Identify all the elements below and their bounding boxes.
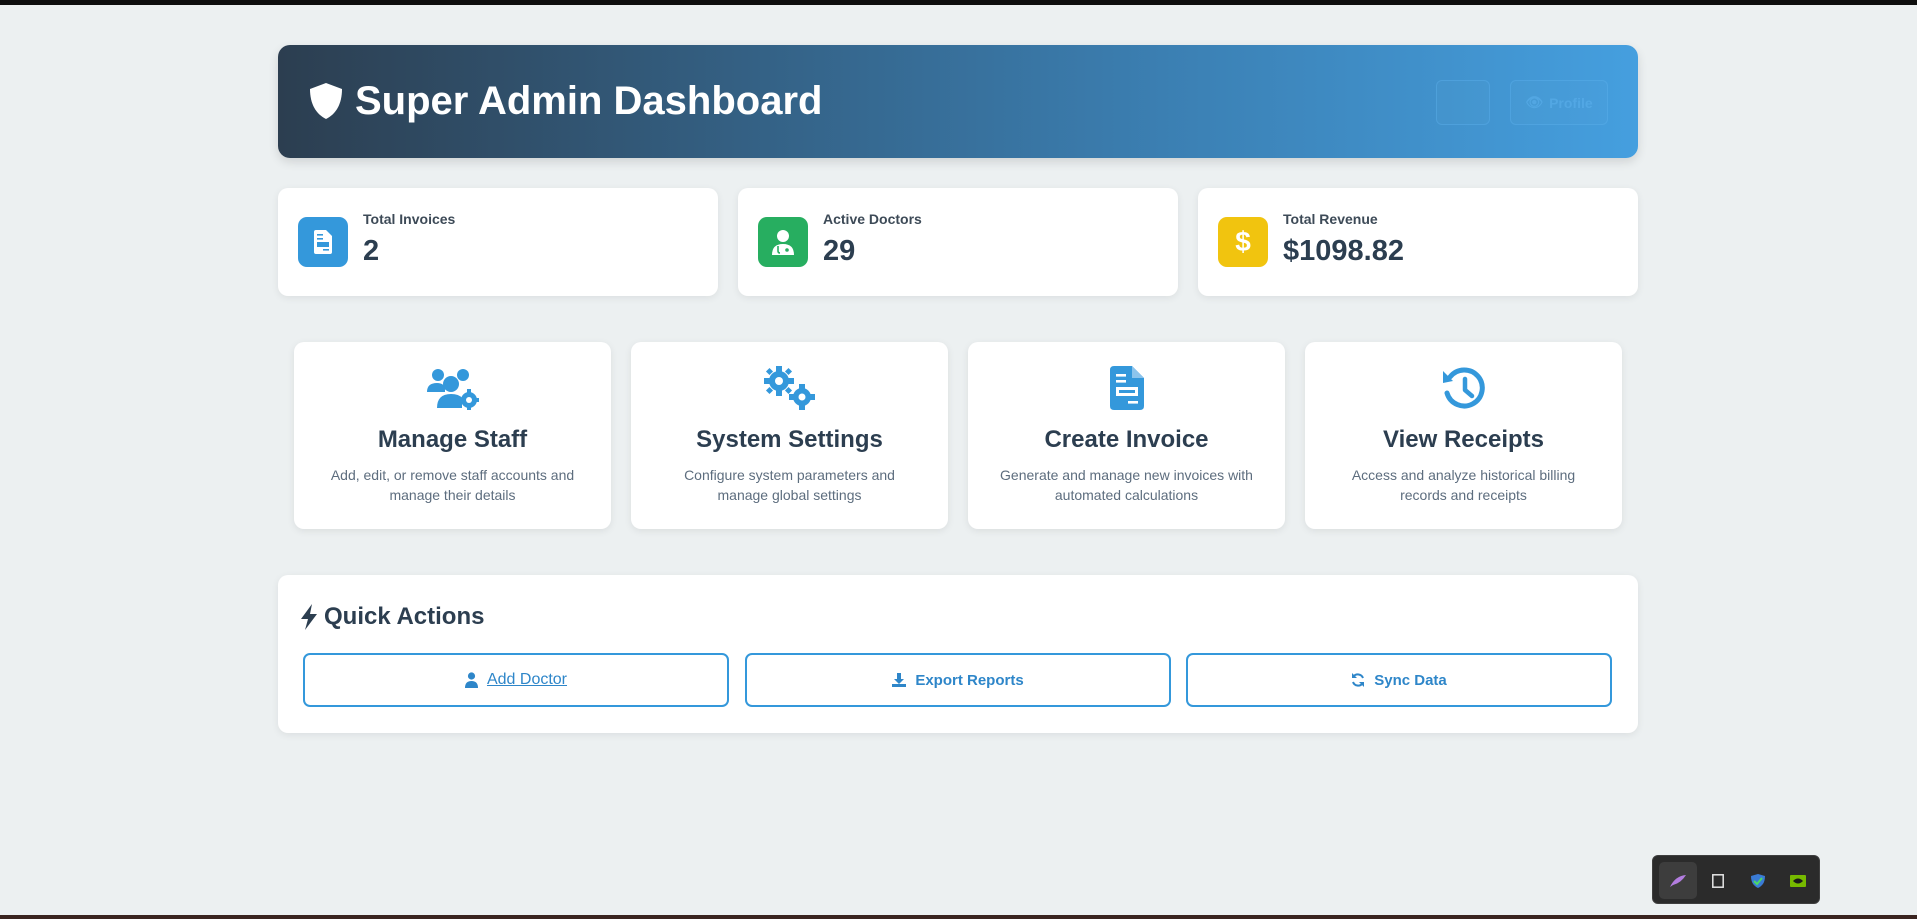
view-receipts-card[interactable]: View Receipts Access and analyze histori… [1305, 342, 1622, 529]
sync-data-button[interactable]: Sync Data [1186, 653, 1612, 707]
feature-description: Generate and manage new invoices with au… [1000, 467, 1253, 503]
stat-card-invoices: Total Invoices 2 [278, 188, 718, 296]
profile-button[interactable]: 👁 Profile [1510, 80, 1608, 125]
nvidia-icon[interactable] [1779, 862, 1817, 899]
feather-icon[interactable] [1659, 862, 1697, 899]
notepad-icon[interactable] [1699, 862, 1737, 899]
stat-card-doctors: Active Doctors 29 [738, 188, 1178, 296]
invoice-icon [968, 366, 1285, 414]
stat-value: 2 [363, 235, 380, 267]
stat-value: 29 [823, 235, 856, 267]
feature-description: Configure system parameters and manage g… [684, 467, 895, 503]
export-reports-button[interactable]: Export Reports [745, 653, 1171, 707]
page-title: Super Admin Dashboard [355, 79, 823, 123]
feature-title: System Settings [696, 426, 883, 453]
manage-staff-card[interactable]: Manage Staff Add, edit, or remove staff … [294, 342, 611, 529]
quick-actions-title-label: Quick Actions [324, 603, 485, 630]
stat-label: Active Doctors [823, 211, 922, 227]
stat-value: $1098.82 [1283, 235, 1404, 267]
stat-label: Total Invoices [363, 211, 456, 227]
invoice-icon [298, 217, 348, 267]
stat-card-revenue: $ Total Revenue $1098.82 [1198, 188, 1638, 296]
users-cog-icon [294, 366, 611, 414]
feature-description: Add, edit, or remove staff accounts and … [330, 467, 575, 503]
sync-icon [1352, 673, 1365, 687]
feature-title: Create Invoice [1044, 426, 1209, 453]
create-invoice-card[interactable]: Create Invoice Generate and manage new i… [968, 342, 1285, 529]
eye-icon: 👁 [1525, 94, 1544, 110]
feature-title: View Receipts [1383, 426, 1544, 453]
dollar-icon: $ [1218, 217, 1268, 267]
quick-actions-panel: Quick Actions Add Doctor Export Reports … [278, 575, 1638, 733]
header-ghost-button[interactable] [1436, 80, 1490, 125]
system-tray-overflow [1652, 855, 1820, 904]
bolt-icon [301, 604, 317, 630]
user-doctor-icon [464, 672, 478, 688]
dashboard-header: Super Admin Dashboard 👁 Profile [278, 45, 1638, 158]
feature-description: Access and analyze historical billing re… [1351, 467, 1576, 503]
system-settings-card[interactable]: System Settings Configure system paramet… [631, 342, 948, 529]
doctor-icon [758, 217, 808, 267]
add-doctor-button[interactable]: Add Doctor [303, 653, 729, 707]
profile-button-label: Profile [1549, 94, 1593, 111]
export-reports-label: Export Reports [915, 671, 1024, 689]
add-doctor-label: Add Doctor [486, 671, 568, 688]
top-window-edge [0, 0, 1917, 5]
feature-title: Manage Staff [377, 426, 528, 453]
shield-icon [310, 83, 342, 119]
security-shield-icon[interactable] [1739, 862, 1777, 899]
history-icon [1305, 366, 1622, 414]
stat-label: Total Revenue [1283, 211, 1378, 227]
quick-actions-title: Quick Actions [300, 603, 484, 631]
download-icon [892, 673, 907, 687]
bottom-window-edge [0, 915, 1917, 919]
sync-data-label: Sync Data [1374, 671, 1447, 689]
cogs-icon [631, 366, 948, 414]
